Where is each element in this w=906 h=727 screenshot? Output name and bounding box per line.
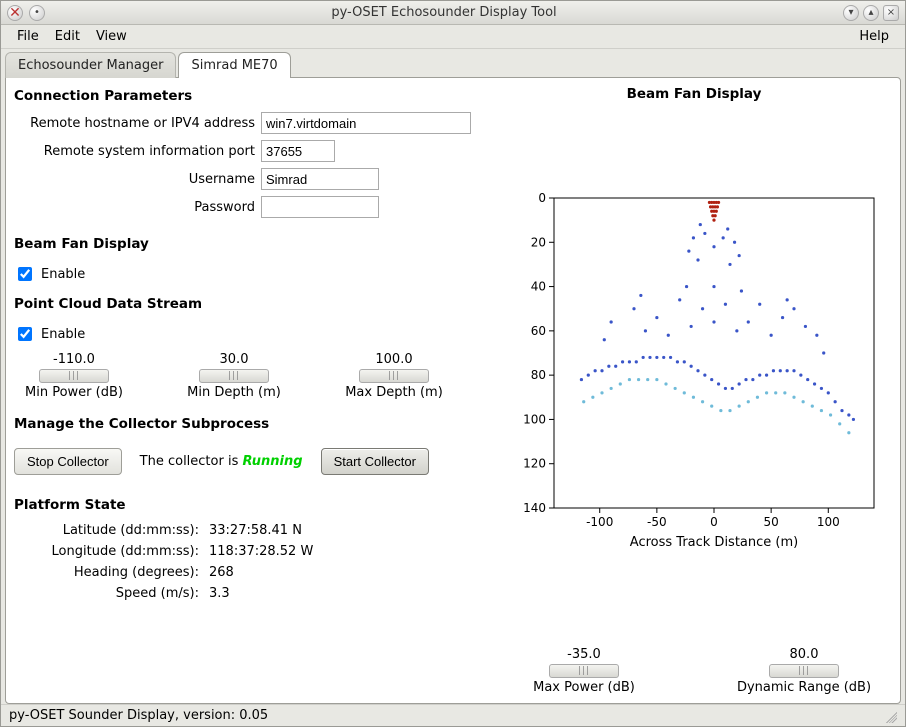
start-collector-button[interactable]: Start Collector [321,448,429,475]
port-input[interactable] [261,140,335,162]
port-label: Remote system information port [14,144,261,159]
svg-text:-50: -50 [647,515,667,529]
heading-label: Heading (degrees): [14,565,199,580]
pointcloud-enable-label: Enable [41,327,85,342]
left-pane: Connection Parameters Remote hostname or… [14,84,494,697]
password-label: Password [14,200,261,215]
latitude-label: Latitude (dd:mm:ss): [14,523,199,538]
longitude-value: 118:37:28.52 W [209,544,494,559]
app-menu-icon[interactable]: ✕ [7,5,23,21]
maxpower-slider[interactable]: ||| [549,664,619,678]
status-bar: py-OSET Sounder Display, version: 0.05 [1,704,905,726]
dynrange-label: Dynamic Range (dB) [737,680,871,695]
longitude-label: Longitude (dd:mm:ss): [14,544,199,559]
svg-text:60: 60 [531,323,546,337]
speed-value: 3.3 [209,586,494,601]
right-pane: Beam Fan Display 0 20 40 60 80 100 120 140 -100 -… [494,84,894,697]
mindepth-label: Min Depth (m) [187,385,281,400]
pointcloud-heading: Point Cloud Data Stream [14,296,494,312]
svg-text:-100: -100 [586,515,613,529]
mindepth-value: 30.0 [220,352,249,367]
beamfan-panel-title: Beam Fan Display [494,86,894,102]
password-input[interactable] [261,196,379,218]
stop-collector-button[interactable]: Stop Collector [14,448,122,475]
maxdepth-value: 100.0 [375,352,412,367]
hostname-label: Remote hostname or IPV4 address [14,116,261,131]
tab-echosounder-manager[interactable]: Echosounder Manager [5,52,176,78]
username-label: Username [14,172,261,187]
status-text: py-OSET Sounder Display, version: 0.05 [9,708,268,723]
dynrange-slider[interactable]: ||| [769,664,839,678]
svg-text:Across Track Distance (m): Across Track Distance (m) [630,535,798,550]
collector-status-prefix: The collector is [140,454,243,469]
pointcloud-enable-checkbox[interactable] [18,327,32,341]
minimize-icon[interactable]: ▾ [843,5,859,21]
dot-icon[interactable]: • [29,5,45,21]
collector-heading: Manage the Collector Subprocess [14,416,494,432]
resize-grip-icon[interactable] [883,709,897,723]
heading-value: 268 [209,565,494,580]
beamfan-chart: 0 20 40 60 80 100 120 140 -100 -50 0 50 100 Across Tr… [504,188,884,562]
titlebar: ✕ • py-OSET Echosounder Display Tool ▾ ▴… [1,1,905,25]
connection-heading: Connection Parameters [14,88,494,104]
svg-text:120: 120 [523,456,546,470]
minpower-label: Min Power (dB) [25,385,123,400]
menu-view[interactable]: View [88,27,135,46]
svg-text:80: 80 [531,368,546,382]
maxpower-label: Max Power (dB) [533,680,635,695]
svg-text:100: 100 [523,412,546,426]
svg-text:0: 0 [538,191,546,205]
menu-edit[interactable]: Edit [47,27,88,46]
collector-status: The collector is Running [140,454,303,469]
maxdepth-slider[interactable]: ||| [359,369,429,383]
maximize-icon[interactable]: ▴ [863,5,879,21]
svg-text:20: 20 [531,235,546,249]
minpower-value: -110.0 [53,352,95,367]
menu-help[interactable]: Help [851,27,897,46]
window-title: py-OSET Echosounder Display Tool [45,5,843,20]
latitude-value: 33:27:58.41 N [209,523,494,538]
close-icon[interactable]: × [883,5,899,21]
username-input[interactable] [261,168,379,190]
beamfan-enable-checkbox[interactable] [18,267,32,281]
tab-content: Connection Parameters Remote hostname or… [5,77,901,704]
menu-file[interactable]: File [9,27,47,46]
menubar: File Edit View Help [1,25,905,49]
maxpower-value: -35.0 [567,647,601,662]
mindepth-slider[interactable]: ||| [199,369,269,383]
hostname-input[interactable] [261,112,471,134]
svg-text:50: 50 [764,515,779,529]
svg-text:100: 100 [817,515,840,529]
svg-text:40: 40 [531,279,546,293]
speed-label: Speed (m/s): [14,586,199,601]
minpower-slider[interactable]: ||| [39,369,109,383]
tab-simrad-me70[interactable]: Simrad ME70 [178,52,290,78]
maxdepth-label: Max Depth (m) [345,385,443,400]
svg-text:140: 140 [523,501,546,515]
svg-text:0: 0 [710,515,718,529]
tab-strip: Echosounder Manager Simrad ME70 [1,49,905,77]
platform-heading: Platform State [14,497,494,513]
beamfan-heading: Beam Fan Display [14,236,494,252]
beamfan-enable-label: Enable [41,267,85,282]
dynrange-value: 80.0 [790,647,819,662]
collector-status-value: Running [242,454,302,469]
